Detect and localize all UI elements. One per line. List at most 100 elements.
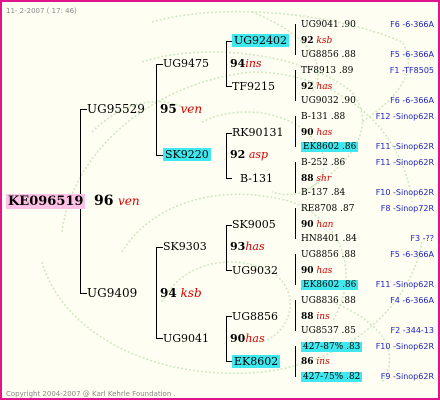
- gen4-info-6: F11 -Sinop62R: [375, 142, 434, 151]
- gen4-info-1: F6 -6-366A: [390, 20, 434, 29]
- connector-g3-8: [295, 346, 296, 377]
- gen4-node-4[interactable]: UG9032 .90: [301, 94, 356, 108]
- gen2-score-1: 94ins: [230, 57, 262, 71]
- gen2-id: SK9220: [163, 148, 211, 161]
- gen4-id: TF8913 .89: [301, 66, 354, 76]
- connector-g3-4: [295, 162, 296, 193]
- gen4-node-7[interactable]: B-252 .86: [301, 156, 345, 170]
- gen4-node-6[interactable]: EK8602 .86: [301, 140, 359, 154]
- gen3-node-1[interactable]: UG92402: [232, 34, 290, 48]
- gen4-node-15[interactable]: 427-87% .83: [301, 340, 363, 354]
- gen3-id: RK90131: [232, 126, 284, 139]
- connector-g1a-bottom: [156, 155, 163, 156]
- gen4-node-3[interactable]: TF8913 .89: [301, 64, 353, 78]
- gen2-node-2[interactable]: SK9220: [163, 148, 211, 162]
- gen3-org: ins: [316, 312, 330, 322]
- gen4-id: EK8602 .86: [301, 142, 359, 152]
- connector-g2c: [226, 225, 227, 271]
- gen3-num: 88: [301, 174, 314, 184]
- gen4-info-9: F8 -Sinop72R: [380, 204, 434, 213]
- gen4-node-9[interactable]: RE8708 .87: [301, 202, 354, 216]
- gen4-node-10[interactable]: HN8401 .84: [301, 232, 357, 246]
- gen2-score-2: 92 asp: [230, 148, 268, 162]
- gen4-info-11: F5 -6-366A: [390, 250, 434, 259]
- gen4-node-14[interactable]: UG8537 .85: [301, 324, 356, 338]
- gen3-score-7: 88 ins: [301, 310, 330, 324]
- gen3-node-2[interactable]: TF9215: [232, 80, 275, 94]
- gen1-num: 94: [160, 286, 177, 300]
- gen2-node-1[interactable]: UG9475: [163, 57, 209, 71]
- gen2-node-3[interactable]: SK9303: [163, 240, 207, 254]
- gen3-score-3: 90 has: [301, 126, 332, 140]
- gen3-num: 88: [301, 312, 314, 322]
- gen4-node-5[interactable]: B-131 .88: [301, 110, 345, 124]
- gen3-org: shr: [316, 174, 332, 184]
- connector-g2b: [226, 133, 227, 179]
- gen4-info-13: F4 -6-366A: [390, 296, 434, 305]
- gen3-num: 90: [301, 128, 314, 138]
- gen1-score-1: 95 ven: [160, 102, 202, 116]
- gen3-id: TF9215: [232, 80, 275, 93]
- root-node[interactable]: KE096519 96 ven: [6, 194, 140, 209]
- gen4-info-7: F11 -Sinop62R: [375, 158, 434, 167]
- gen3-score-4: 88 shr: [301, 172, 331, 186]
- root-id: KE096519: [6, 194, 86, 209]
- gen3-score-5: 90 han: [301, 218, 333, 232]
- gen1-score-2: 94 ksb: [160, 286, 202, 300]
- gen2-id: UG9041: [163, 332, 210, 345]
- gen1-node-1[interactable]: UG95529: [87, 102, 145, 116]
- gen3-node-6[interactable]: UG9032: [232, 264, 278, 278]
- gen3-id: UG92402: [232, 34, 290, 47]
- gen4-id: UG8836 .88: [301, 296, 356, 306]
- gen1-node-2[interactable]: UG9409: [87, 286, 137, 300]
- gen3-org: has: [316, 82, 333, 92]
- gen1-id: UG95529: [87, 102, 145, 116]
- gen4-node-8[interactable]: B-137 .84: [301, 186, 345, 200]
- gen3-node-3[interactable]: RK90131: [232, 126, 284, 140]
- gen3-node-7[interactable]: UG8856: [232, 310, 278, 324]
- gen4-info-10: F3 -??: [410, 234, 434, 243]
- gen3-node-4[interactable]: B-131: [240, 172, 273, 186]
- gen4-node-12[interactable]: EK8602 .86: [301, 278, 359, 292]
- gen2-score-3: 93has: [230, 240, 265, 254]
- gen3-id: EK8602: [232, 355, 281, 368]
- gen3-node-8[interactable]: EK8602: [232, 355, 281, 369]
- gen4-info-15: F10 -Sinop62R: [375, 342, 434, 351]
- gen2-num: 93: [230, 240, 246, 253]
- gen2-score-4: 90has: [230, 332, 265, 346]
- gen2-node-4[interactable]: UG9041: [163, 332, 209, 346]
- gen3-score-8: 86 ins: [301, 355, 330, 369]
- gen4-node-11[interactable]: UG8856 .88: [301, 248, 356, 262]
- gen4-node-16[interactable]: 427-75% .82: [301, 370, 363, 384]
- gen4-id: HN8401 .84: [301, 234, 357, 244]
- gen4-info-8: F10 -Sinop62R: [375, 188, 434, 197]
- gen2-num: 90: [230, 332, 246, 345]
- gen3-node-5[interactable]: SK9005: [232, 218, 276, 232]
- connector-g1a-top: [156, 64, 163, 65]
- connector-g2a: [226, 41, 227, 87]
- gen4-id: UG8856 .88: [301, 50, 356, 60]
- gen4-node-2[interactable]: UG8856 .88: [301, 48, 356, 62]
- connector-g1b-top: [156, 247, 163, 248]
- gen4-node-1[interactable]: UG9041 .90: [301, 18, 356, 32]
- gen1-org: ksb: [180, 286, 202, 300]
- gen4-id: B-252 .86: [301, 158, 346, 168]
- gen4-id: UG8856 .88: [301, 250, 356, 260]
- gen3-num: 86: [301, 357, 314, 367]
- gen4-id: RE8708 .87: [301, 204, 355, 214]
- copyright-footer: Copyright 2004-2007 @ Karl Kehrle Founda…: [6, 390, 176, 398]
- gen1-num: 95: [160, 102, 177, 116]
- gen3-num: 90: [301, 266, 314, 276]
- gen4-info-12: F11 -Sinop62R: [375, 280, 434, 289]
- gen3-org: has: [316, 266, 333, 276]
- gen3-num: 90: [301, 220, 314, 230]
- connector-g2b-bottom: [226, 178, 232, 179]
- gen4-node-13[interactable]: UG8836 .88: [301, 294, 356, 308]
- root-org: ven: [118, 194, 140, 208]
- gen4-info-16: F9 -Sinop62R: [380, 372, 434, 381]
- connector-g1a: [156, 64, 157, 156]
- gen4-id: B-131 .88: [301, 112, 346, 122]
- gen2-org: asp: [248, 148, 269, 161]
- gen3-org: han: [316, 220, 334, 230]
- connector-g3-7: [295, 300, 296, 331]
